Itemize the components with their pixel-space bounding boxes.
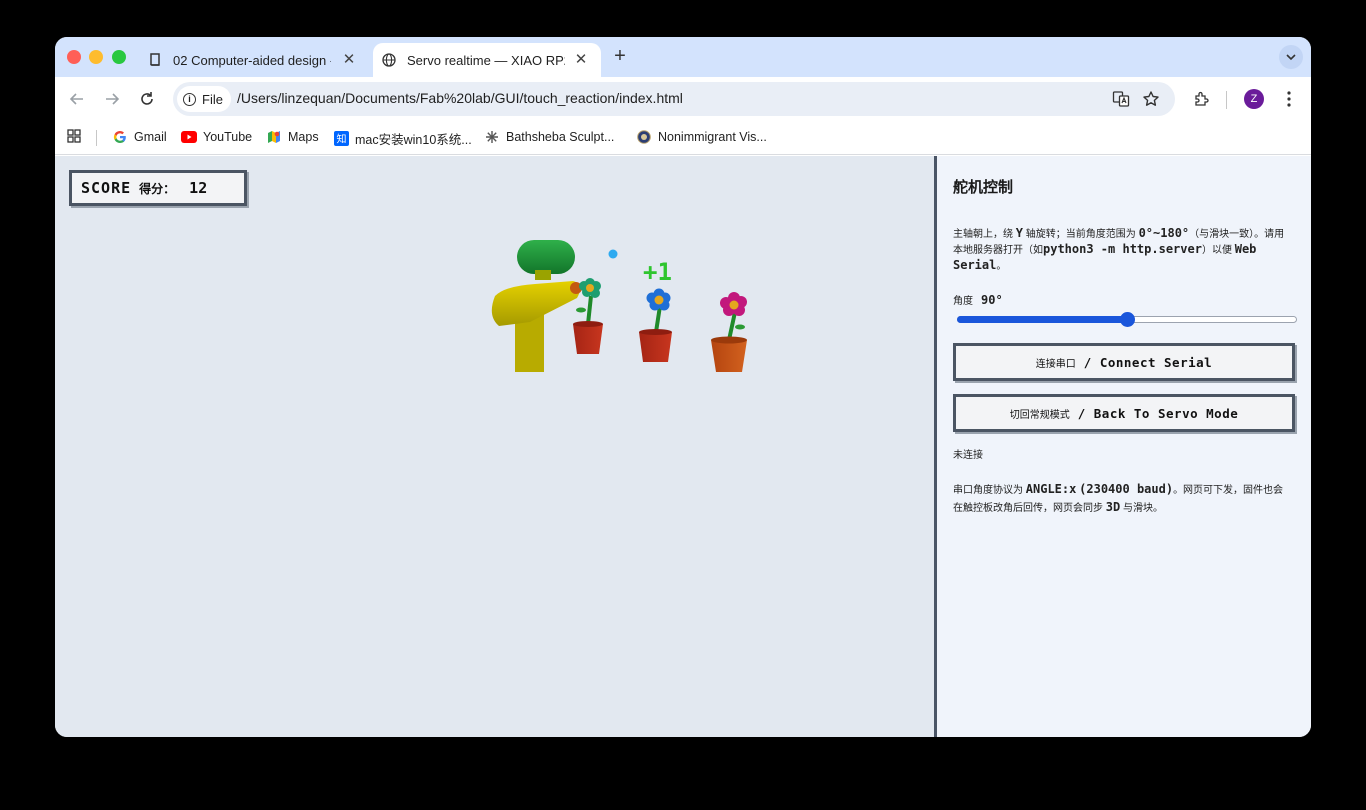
- angle-readout: 角度 90°: [953, 292, 1003, 307]
- water-gun-scene[interactable]: +1: [475, 226, 775, 396]
- bookmark-label: Gmail: [134, 130, 167, 144]
- tab-close-icon[interactable]: ✕: [341, 52, 357, 68]
- button-label-en: Back To Servo Mode: [1093, 405, 1239, 421]
- tab-servo-realtime[interactable]: Servo realtime — XIAO RP2040 ✕: [373, 43, 601, 77]
- page-content: SCORE 得分： 12 +1 舵机控制 主轴朝上，绕 Y 轴旋转；当前角度范围…: [55, 156, 1311, 737]
- tab-computer-aided-design[interactable]: 02 Computer-aided design - ✕: [139, 43, 369, 77]
- panel-description: 主轴朝上，绕 Y 轴旋转；当前角度范围为 0°~180°（与滑块一致）。请用本地…: [953, 226, 1293, 274]
- panel-title: 舵机控制: [953, 179, 1014, 196]
- score-label: SCORE: [81, 179, 132, 197]
- bookmarks-bar: Gmail YouTube Maps 知 mac安装win10系统... Bat…: [55, 121, 1311, 155]
- tab-title: 02 Computer-aided design -: [173, 52, 331, 68]
- back-arrow-icon[interactable]: [67, 89, 87, 109]
- tab-search-button[interactable]: [1279, 45, 1303, 69]
- back-to-servo-mode-button[interactable]: 切回常规模式 / Back To Servo Mode: [953, 394, 1295, 432]
- connect-serial-button[interactable]: 连接串口 / Connect Serial: [953, 343, 1295, 381]
- tab-title: Servo realtime — XIAO RP2040: [407, 52, 565, 68]
- desc-axis: Y: [1015, 226, 1024, 240]
- tab-strip: 02 Computer-aided design - ✕ Servo realt…: [55, 37, 1311, 77]
- site-info-chip[interactable]: i File: [177, 86, 231, 112]
- bookmark-label: Maps: [288, 130, 319, 144]
- toolbar-separator: [1226, 91, 1227, 109]
- slider-fill: [957, 316, 1127, 323]
- tab-close-icon[interactable]: ✕: [573, 52, 589, 68]
- flower-pot-3: [711, 292, 747, 372]
- profile-avatar[interactable]: Z: [1244, 89, 1264, 109]
- 3d-stage[interactable]: SCORE 得分： 12 +1: [55, 156, 935, 737]
- proto-text: 与滑块。: [1123, 503, 1164, 514]
- translate-icon[interactable]: [1111, 89, 1131, 109]
- protocol-note: 串口角度协议为 ANGLE:x (230400 baud)。网页可下发，固件也会…: [953, 481, 1293, 517]
- reload-icon[interactable]: [137, 89, 157, 109]
- info-icon: i: [183, 92, 196, 106]
- bookmark-gmail[interactable]: Gmail: [112, 129, 167, 145]
- google-icon: [112, 129, 128, 145]
- new-tab-button[interactable]: +: [610, 46, 630, 66]
- proto-baud: (230400 baud): [1079, 482, 1174, 496]
- minimize-window-button[interactable]: [89, 50, 103, 64]
- slider-thumb[interactable]: [1120, 312, 1135, 327]
- desc-text: 。: [996, 261, 1007, 272]
- sculpture-icon: [484, 129, 500, 145]
- bookmark-nonimmigrant-visa[interactable]: Nonimmigrant Vis...: [636, 129, 767, 145]
- angle-label: 角度: [953, 296, 973, 307]
- button-label-sep: /: [1077, 405, 1086, 421]
- button-label-en: Connect Serial: [1099, 354, 1213, 370]
- bookmark-maps[interactable]: Maps: [266, 129, 319, 145]
- angle-value: 90°: [981, 293, 1003, 307]
- desc-command: python3 -m http.server: [1043, 242, 1202, 256]
- seal-icon: [636, 129, 652, 145]
- browser-window: 02 Computer-aided design - ✕ Servo realt…: [55, 37, 1311, 737]
- toolbar: i File /Users/linzequan/Documents/Fab%20…: [55, 77, 1311, 121]
- desc-text: 轴旋转；当前角度范围为: [1025, 229, 1136, 240]
- apps-grid-icon[interactable]: [67, 129, 81, 143]
- close-window-button[interactable]: [67, 50, 81, 64]
- proto-format: ANGLE:x: [1025, 482, 1077, 496]
- maximize-window-button[interactable]: [112, 50, 126, 64]
- angle-slider[interactable]: [957, 312, 1297, 327]
- bookmark-label: Nonimmigrant Vis...: [658, 130, 767, 144]
- youtube-icon: [181, 129, 197, 145]
- url-text[interactable]: /Users/linzequan/Documents/Fab%20lab/GUI…: [237, 90, 683, 106]
- address-bar[interactable]: i File /Users/linzequan/Documents/Fab%20…: [173, 82, 1175, 116]
- water-drop: [608, 249, 618, 259]
- bookmark-bathsheba[interactable]: Bathsheba Sculpt...: [484, 129, 614, 145]
- proto-3d: 3D: [1105, 500, 1121, 514]
- flower-pot-2: [639, 288, 672, 362]
- bookmark-mac-win10[interactable]: 知 mac安装win10系统...: [333, 129, 472, 148]
- desc-text: ）以便: [1201, 245, 1232, 256]
- score-value: 12: [189, 179, 208, 197]
- bookmark-label: Bathsheba Sculpt...: [506, 130, 615, 144]
- water-gun: [491, 240, 582, 372]
- plus-one-text: +1: [643, 258, 672, 286]
- button-label-cn: 切回常规模式: [1009, 409, 1070, 421]
- scheme-label: File: [202, 91, 223, 107]
- bookmark-star-icon[interactable]: [1141, 89, 1161, 109]
- extensions-puzzle-icon[interactable]: [1192, 89, 1212, 109]
- svg-text:知: 知: [336, 133, 346, 146]
- proto-text: 串口角度协议为: [953, 485, 1023, 496]
- bookmarks-separator: [96, 130, 97, 146]
- bookmark-label: YouTube: [203, 130, 253, 144]
- score-cn-label: 得分：: [139, 181, 176, 196]
- button-label-cn: 连接串口: [1035, 358, 1076, 370]
- kebab-menu-icon[interactable]: [1279, 89, 1299, 109]
- desc-text: 主轴朝上，绕: [953, 229, 1013, 240]
- desc-range: 0°~180°: [1138, 226, 1190, 240]
- button-label-sep: /: [1083, 354, 1092, 370]
- book-icon: [147, 52, 163, 68]
- maps-icon: [266, 129, 282, 145]
- zhihu-icon: 知: [333, 131, 349, 147]
- forward-arrow-icon[interactable]: [102, 89, 122, 109]
- connection-status: 未连接: [953, 450, 983, 461]
- servo-control-panel: 舵机控制 主轴朝上，绕 Y 轴旋转；当前角度范围为 0°~180°（与滑块一致）…: [937, 156, 1311, 737]
- bookmark-youtube[interactable]: YouTube: [181, 129, 252, 145]
- score-box: SCORE 得分： 12: [69, 170, 247, 206]
- globe-icon: [381, 52, 397, 68]
- chevron-down-icon: [1286, 54, 1296, 61]
- bookmark-label: mac安装win10系统...: [355, 133, 472, 147]
